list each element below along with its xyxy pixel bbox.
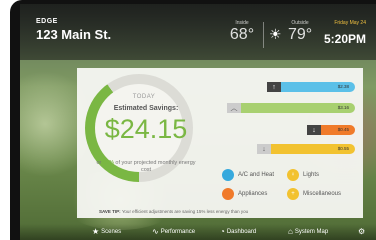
misc-icon: +: [287, 188, 299, 200]
brand-logo: EDGE: [36, 18, 58, 25]
bar-row-lights[interactable]: ︿ $3.16: [227, 103, 355, 113]
legend-lights[interactable]: ♀ Lights: [287, 169, 319, 181]
down-arrow-icon[interactable]: ↓: [257, 144, 271, 154]
legend-misc[interactable]: + Miscellaneous: [287, 188, 341, 200]
bulb-icon: ♀: [287, 169, 299, 181]
bar-ac: $2.38: [281, 82, 355, 92]
bar-lights: $3.16: [241, 103, 355, 113]
sun-icon: ☀: [269, 26, 282, 42]
outside-temperature: Outside 79°: [288, 20, 312, 44]
bar-value: $2.38: [337, 84, 349, 89]
down-arrow-icon[interactable]: ↓: [307, 125, 321, 135]
legend-label: Lights: [303, 172, 320, 178]
up-arrow-icon[interactable]: ↑: [267, 82, 281, 92]
up-chevron-icon[interactable]: ︿: [227, 103, 241, 113]
bar-value: $0.45: [337, 127, 349, 132]
inside-temp-value: 68°: [229, 26, 255, 43]
save-tip-text: Your efficient adjustments are saving 15…: [121, 209, 249, 214]
bar-value: $3.16: [337, 105, 349, 110]
inside-temperature[interactable]: Inside 68°: [228, 20, 256, 44]
nav-scenes[interactable]: ★ Scenes: [92, 227, 121, 236]
legend-ac-heat[interactable]: A/C and Heat: [222, 169, 274, 181]
save-tip: SAVE TIP: Your efficient adjustments are…: [99, 209, 248, 214]
appliance-icon: [222, 188, 234, 200]
legend-label: Appliances: [238, 191, 268, 197]
settings-gear-icon[interactable]: ⚙: [358, 227, 365, 236]
bar-appliances: $0.45: [321, 125, 355, 135]
nav-label: Performance: [160, 228, 196, 235]
tablet-device: EDGE 123 Main St. Inside 68° ☀ Outside 7…: [10, 0, 376, 240]
nav-dashboard[interactable]: ◔ Dashboard: [220, 227, 256, 236]
savings-panel: TODAY Estimated Savings: $24.15 or 40% o…: [77, 68, 363, 218]
save-tip-label: SAVE TIP:: [99, 209, 121, 214]
house-icon: ⌂: [288, 227, 293, 236]
savings-amount: $24.15: [104, 114, 188, 144]
bar-row-appliances[interactable]: ↓ $0.45: [307, 125, 355, 135]
screen: EDGE 123 Main St. Inside 68° ☀ Outside 7…: [20, 4, 376, 240]
top-bar: EDGE 123 Main St. Inside 68° ☀ Outside 7…: [20, 4, 376, 60]
today-label: TODAY: [132, 94, 156, 100]
star-icon: ★: [92, 227, 100, 236]
bar-row-ac[interactable]: ↑ $2.38: [267, 82, 355, 92]
bar-value: $0.55: [337, 146, 349, 151]
pct-value: 40%: [102, 160, 114, 166]
nav-system-map[interactable]: ⌂ System Map: [288, 227, 328, 236]
estimated-savings-title: Estimated Savings:: [113, 105, 179, 112]
savings-percent-text: or 40% of your projected monthly energy …: [91, 160, 201, 174]
address-title: 123 Main St.: [36, 27, 112, 42]
snowflake-icon: [222, 169, 234, 181]
divider: [263, 22, 264, 48]
bar-misc: $0.55: [271, 144, 355, 154]
legend-label: A/C and Heat: [238, 172, 275, 178]
time-label: 5:20PM: [323, 32, 366, 46]
nav-label: System Map: [294, 228, 329, 235]
bar-row-misc[interactable]: ↓ $0.55: [257, 144, 355, 154]
date-label: Friday May 24: [334, 20, 366, 26]
pct-suffix: of your projected monthly energy cost: [113, 160, 196, 173]
date-time: Friday May 24 5:20PM: [324, 20, 366, 46]
performance-icon: ∿: [152, 227, 159, 236]
nav-label: Dashboard: [226, 228, 257, 235]
outside-temp-value: 79°: [288, 26, 313, 43]
legend-label: Miscellaneous: [303, 191, 342, 197]
nav-label: Scenes: [101, 228, 122, 235]
nav-performance[interactable]: ∿ Performance: [152, 227, 195, 236]
bottom-nav: ★ Scenes ∿ Performance ◔ Dashboard ⌂ Sys…: [20, 224, 376, 240]
dashboard-icon: ◔: [220, 227, 225, 236]
legend-appliances[interactable]: Appliances: [222, 188, 267, 200]
